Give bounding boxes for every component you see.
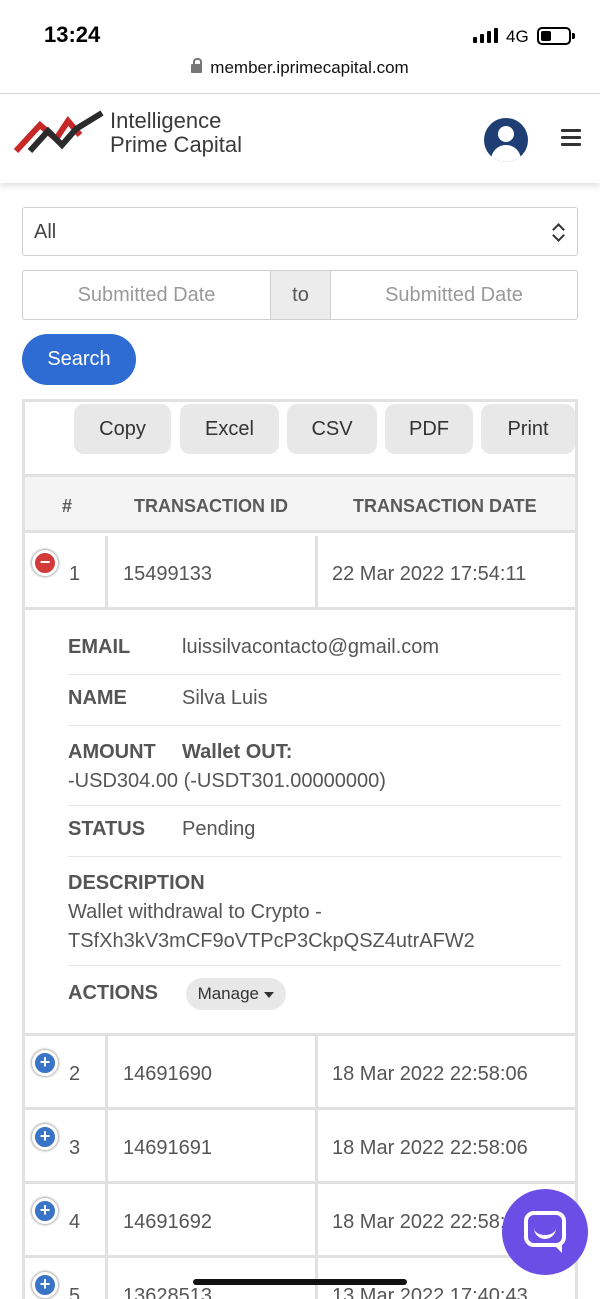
transaction-id: 15499133 (123, 563, 212, 585)
manage-label: Manage (197, 984, 259, 1003)
description-line-1: Wallet withdrawal to Crypto - (68, 901, 322, 923)
column-header-number[interactable]: # (62, 496, 72, 517)
brand-logo[interactable]: Intelligence Prime Capital (13, 107, 264, 167)
email-label: EMAIL (68, 636, 131, 658)
transaction-id: 14691690 (123, 1063, 212, 1085)
row-number: 5 (69, 1285, 81, 1299)
table-row[interactable]: − 1 15499133 22 Mar 2022 17:54:11 (25, 536, 575, 610)
status-bar: 13:24 4G (0, 0, 600, 62)
transaction-id: 13628513 (123, 1285, 212, 1299)
detail-name: NAME Silva Luis (68, 675, 561, 726)
amount-label: AMOUNT (68, 741, 156, 763)
clock: 13:24 (44, 22, 101, 47)
url-text: member.iprimecapital.com (210, 58, 409, 77)
column-header-transaction-date[interactable]: TRANSACTION DATE (353, 496, 537, 517)
row-number: 1 (69, 563, 81, 585)
transaction-date: 22 Mar 2022 17:54:11 (332, 563, 527, 585)
select-value: All (34, 221, 57, 243)
brand-line-1: Intelligence (110, 108, 222, 133)
site-header: Intelligence Prime Capital (0, 95, 600, 183)
row-number: 4 (69, 1211, 81, 1233)
name-label: NAME (68, 687, 127, 709)
detail-description: DESCRIPTION Wallet withdrawal to Crypto … (68, 857, 561, 966)
column-header-transaction-id[interactable]: TRANSACTION ID (134, 496, 288, 517)
pdf-button[interactable]: PDF (385, 404, 473, 454)
transaction-date: 13 Mar 2022 17:40:43 (332, 1285, 528, 1299)
lock-icon (191, 58, 203, 73)
transaction-id: 14691691 (123, 1137, 212, 1159)
description-label: DESCRIPTION (68, 872, 205, 894)
name-value: Silva Luis (182, 687, 268, 709)
transaction-date: 18 Mar 2022 22:58:06 (332, 1137, 528, 1159)
search-button[interactable]: Search (22, 334, 136, 385)
excel-button[interactable]: Excel (180, 404, 279, 454)
chat-bubble-icon (524, 1211, 566, 1247)
menu-icon[interactable] (561, 129, 581, 147)
amount-value: -USD304.00 (-USDT301.00000000) (68, 770, 386, 792)
date-range-separator: to (271, 270, 330, 320)
battery-icon (537, 27, 575, 45)
actions-label: ACTIONS (68, 982, 158, 1004)
network-type: 4G (506, 27, 529, 46)
logo-mark-icon (13, 110, 104, 154)
amount-type: Wallet OUT: (182, 741, 293, 763)
csv-button[interactable]: CSV (287, 404, 377, 454)
live-chat-button[interactable] (502, 1189, 588, 1275)
table-row[interactable]: + 3 14691691 18 Mar 2022 22:58:06 (25, 1110, 575, 1184)
detail-email: EMAIL luissilvacontacto@gmail.com (68, 624, 561, 675)
expand-row-icon[interactable]: + (32, 1198, 58, 1224)
date-to-input[interactable] (330, 270, 578, 320)
brand-name: Intelligence Prime Capital (110, 109, 242, 157)
collapse-row-icon[interactable]: − (32, 550, 58, 576)
detail-status: STATUS Pending (68, 806, 561, 857)
date-range: to (22, 270, 578, 320)
status-label: STATUS (68, 818, 146, 840)
caret-down-icon (264, 991, 274, 998)
date-from-input[interactable] (22, 270, 271, 320)
transaction-date: 18 Mar 2022 22:58:06 (332, 1063, 528, 1085)
transaction-type-select[interactable]: All (22, 207, 578, 256)
transactions-table: Copy Excel CSV PDF Print # TRANSACTION I… (22, 399, 578, 1299)
select-arrows-icon (553, 222, 565, 242)
table-header: # TRANSACTION ID TRANSACTION DATE (25, 477, 575, 533)
status-value: Pending (182, 818, 256, 840)
expand-row-icon[interactable]: + (32, 1124, 58, 1150)
email-value: luissilvacontacto@gmail.com (182, 636, 440, 658)
home-indicator (193, 1279, 407, 1285)
transaction-id: 14691692 (123, 1211, 212, 1233)
table-row[interactable]: + 4 14691692 18 Mar 2022 22:58:06 (25, 1184, 575, 1258)
export-toolbar: Copy Excel CSV PDF Print (25, 402, 575, 477)
cellular-signal-icon (473, 28, 498, 43)
manage-dropdown-button[interactable]: Manage (185, 978, 286, 1010)
transaction-date: 18 Mar 2022 22:58:06 (332, 1211, 528, 1233)
address-bar[interactable]: member.iprimecapital.com (0, 58, 600, 94)
expand-row-icon[interactable]: + (32, 1050, 58, 1076)
copy-button[interactable]: Copy (74, 404, 171, 454)
print-button[interactable]: Print (481, 404, 575, 454)
row-detail-panel: EMAIL luissilvacontacto@gmail.com NAME S… (25, 612, 575, 1036)
expand-row-icon[interactable]: + (32, 1272, 58, 1298)
user-account-icon[interactable] (484, 118, 528, 162)
description-line-2: TSfXh3kV3mCF9oVTPcP3CkpQSZ4utrAFW2 (68, 930, 475, 952)
detail-actions: ACTIONS Manage (68, 966, 561, 1026)
brand-line-2: Prime Capital (110, 132, 243, 157)
detail-amount: AMOUNT Wallet OUT: -USD304.00 (-USDT301.… (68, 726, 561, 806)
table-row[interactable]: + 2 14691690 18 Mar 2022 22:58:06 (25, 1036, 575, 1110)
row-number: 2 (69, 1063, 81, 1085)
row-number: 3 (69, 1137, 81, 1159)
